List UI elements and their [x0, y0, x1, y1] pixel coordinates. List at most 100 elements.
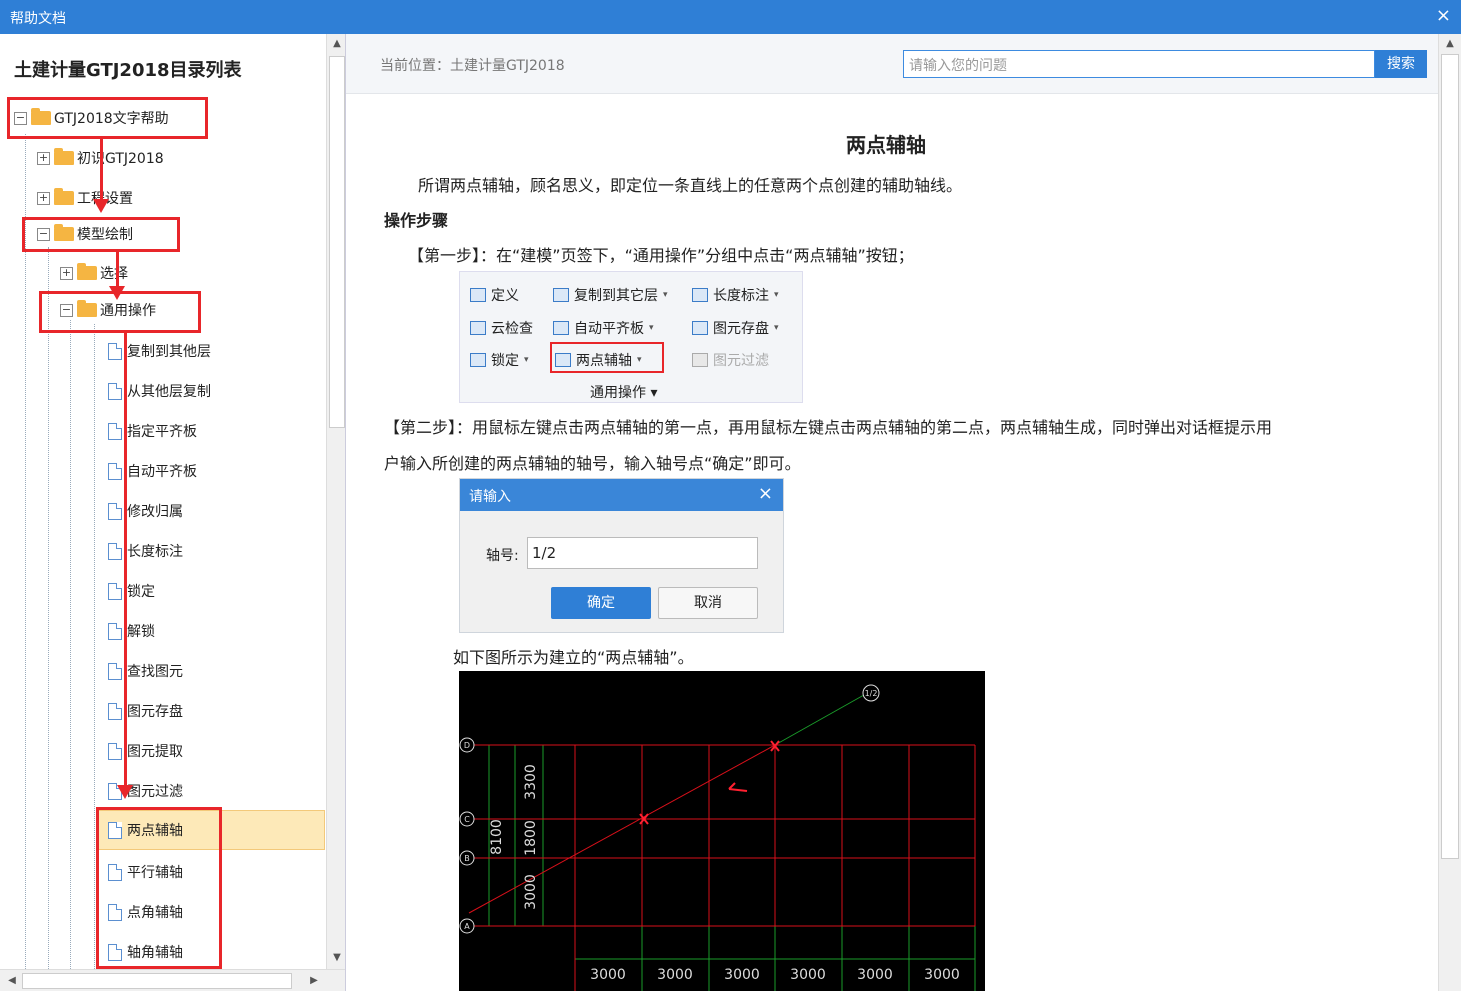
step2-text-line1: 【第二步】：用鼠标左键点击两点辅轴的第一点，再用鼠标左键点击两点辅轴的第二点，两…	[384, 418, 1273, 437]
tree-item[interactable]: 图元提取	[108, 739, 183, 763]
ribbon-lock: 锁定 ▾	[470, 350, 529, 370]
expand-icon[interactable]: +	[60, 266, 73, 280]
tree-item-label: 长度标注	[127, 544, 183, 560]
intro-text: 所谓两点辅轴，顾名思义，即定位一条直线上的任意两个点创建的辅助轴线。	[418, 176, 963, 195]
annotation-arrowhead	[109, 286, 125, 300]
dim-bottom-5: 3000	[857, 967, 893, 983]
toc-vertical-scrollbar[interactable]: ▲ ▼	[326, 34, 345, 969]
annotation-box	[22, 217, 180, 252]
annotation-box	[7, 97, 208, 139]
axis-label-c: C	[464, 815, 470, 824]
annotation-arrowhead	[117, 785, 133, 799]
step1-text: 【第一步】：在“建模”页签下，“通用操作”分组中点击“两点辅轴”按钮；	[408, 246, 914, 265]
axis-number-field: 1/2	[527, 537, 758, 569]
copy-icon	[553, 288, 569, 302]
dim-vertical-1: 3300	[523, 764, 539, 800]
dialog-ok-button: 确定	[551, 587, 651, 619]
annotation-arrowhead	[93, 199, 109, 213]
folder-icon	[54, 148, 74, 165]
tree-item[interactable]: 指定平齐板	[108, 419, 197, 443]
search-button[interactable]: 搜索	[1375, 50, 1427, 78]
document-icon	[108, 342, 122, 360]
tree-guide	[48, 247, 49, 969]
dialog-close-icon: ×	[757, 483, 773, 504]
scroll-left-icon[interactable]: ◀	[2, 970, 22, 991]
tree-item[interactable]: 锁定	[108, 579, 155, 603]
axis-label-a: A	[464, 922, 470, 931]
save-icon	[692, 321, 708, 335]
ribbon-cloud-check: 云检查	[470, 318, 533, 338]
tree-item-label: 查找图元	[127, 664, 183, 680]
expand-icon[interactable]: +	[37, 151, 50, 165]
tree-item-label: 指定平齐板	[127, 424, 197, 440]
dialog-title: 请输入	[469, 489, 511, 505]
folder-icon	[77, 263, 97, 280]
tree-item-label: 图元存盘	[127, 704, 183, 720]
tree-item[interactable]: 查找图元	[108, 659, 183, 683]
article-heading: 两点辅轴	[846, 133, 926, 157]
ribbon-copy-to-layer: 复制到其它层 ▾	[553, 285, 668, 305]
tree-item-label: 复制到其他层	[127, 344, 211, 360]
axis-number-label: 轴号:	[486, 548, 519, 564]
content-topbar: 当前位置：土建计量GTJ2018 请输入您的问题 搜索	[346, 34, 1438, 94]
toc-panel: 土建计量GTJ2018目录列表 − GTJ2018文字帮助 + 初识GTJ2018 + 工…	[0, 34, 346, 991]
cad-drawing: D C B A 1/2 3300 1800 3000 8100 3000 300…	[459, 671, 985, 991]
document-icon	[108, 702, 122, 720]
content-panel: 当前位置：土建计量GTJ2018 请输入您的问题 搜索 两点辅轴 所谓两点辅轴，…	[346, 34, 1461, 991]
breadcrumb: 当前位置：土建计量GTJ2018	[380, 58, 565, 74]
dim-bottom-6: 3000	[924, 967, 960, 983]
scroll-right-icon[interactable]: ▶	[304, 970, 324, 991]
document-icon	[108, 382, 122, 400]
close-icon[interactable]: ×	[1436, 5, 1451, 26]
tree-item-label: 修改归属	[127, 504, 183, 520]
tree-item-label: 从其他层复制	[127, 384, 211, 400]
window-title: 帮助文档	[10, 11, 66, 27]
tree-item[interactable]: + 工程设置	[37, 186, 133, 210]
axis-label-b: B	[464, 854, 470, 863]
tree-item[interactable]: 修改归属	[108, 499, 183, 523]
annotation-arrow	[100, 139, 103, 201]
scroll-thumb[interactable]	[329, 56, 345, 428]
tree-item-label: 解锁	[127, 624, 155, 640]
dim-bottom-4: 3000	[790, 967, 826, 983]
filter-icon	[692, 353, 708, 367]
scroll-thumb[interactable]	[1441, 54, 1459, 859]
ribbon-screenshot: 定义 复制到其它层 ▾ 长度标注 ▾ 云检查 自动平齐板 ▾ 图元存盘 ▾ 锁定 ▾ 两点…	[459, 271, 803, 403]
scroll-up-icon[interactable]: ▲	[1439, 34, 1461, 54]
content-vertical-scrollbar[interactable]: ▲	[1438, 34, 1461, 991]
dim-bottom-1: 3000	[590, 967, 626, 983]
tree-item[interactable]: 长度标注	[108, 539, 183, 563]
figure-caption: 如下图所示为建立的“两点辅轴”。	[453, 648, 694, 667]
folder-icon	[54, 188, 74, 205]
search-input[interactable]: 请输入您的问题	[903, 50, 1375, 78]
annotation-arrow	[116, 252, 119, 288]
axis-label-d: D	[464, 741, 470, 750]
tree-guide	[94, 324, 95, 969]
toc-title: 土建计量GTJ2018目录列表	[14, 60, 242, 81]
document-icon	[108, 422, 122, 440]
tree-guide	[25, 134, 26, 969]
slab-icon	[553, 321, 569, 335]
ribbon-group-label: 通用操作 ▾	[590, 385, 658, 401]
tree-item[interactable]: 解锁	[108, 619, 155, 643]
toc-horizontal-scrollbar[interactable]: ◀ ▶	[0, 969, 345, 991]
tree-item[interactable]: 自动平齐板	[108, 459, 197, 483]
dialog-title-bar: 请输入 ×	[460, 479, 783, 511]
scroll-thumb[interactable]	[22, 973, 292, 989]
annotation-box	[96, 807, 222, 969]
expand-icon[interactable]: +	[37, 191, 50, 205]
tree-item-label: 自动平齐板	[127, 464, 197, 480]
steps-title: 操作步骤	[384, 211, 449, 230]
cad-svg: D C B A 1/2 3300 1800 3000 8100 3000 300…	[459, 684, 976, 991]
dimension-icon	[692, 288, 708, 302]
document-icon	[108, 502, 122, 520]
scroll-down-icon[interactable]: ▼	[327, 948, 345, 968]
document-icon	[108, 542, 122, 560]
tree-item-label: 图元过滤	[127, 784, 183, 800]
tree-item-label: 锁定	[127, 584, 155, 600]
scroll-up-icon[interactable]: ▲	[327, 34, 345, 54]
document-icon	[108, 582, 122, 600]
ribbon-save-element: 图元存盘 ▾	[692, 318, 779, 338]
input-dialog-screenshot: 请输入 × 轴号: 1/2 确定 取消	[459, 478, 784, 633]
tree-item[interactable]: 图元存盘	[108, 699, 183, 723]
